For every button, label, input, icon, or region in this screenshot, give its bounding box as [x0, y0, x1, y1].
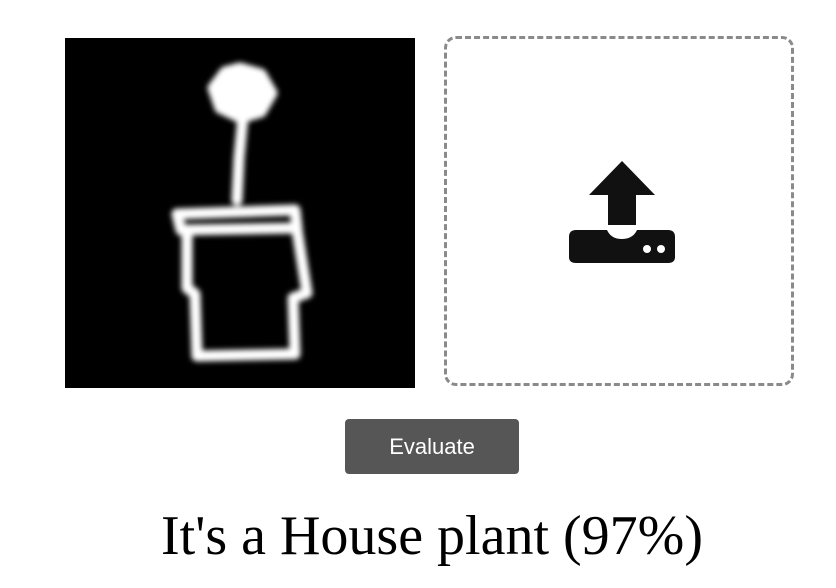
house-plant-sketch [171, 62, 313, 362]
evaluate-button[interactable]: Evaluate [345, 419, 519, 474]
prediction-result: It's a House plant (97%) [161, 505, 703, 567]
upload-icon [569, 161, 675, 265]
upload-dropzone[interactable] [444, 36, 794, 386]
drawing-canvas[interactable] [65, 38, 415, 388]
